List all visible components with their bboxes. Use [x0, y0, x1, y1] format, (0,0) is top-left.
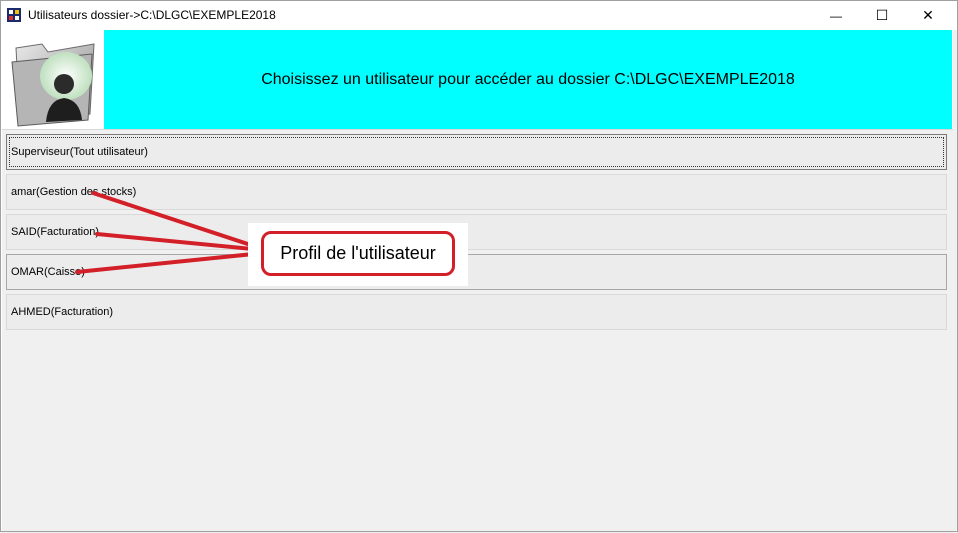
- window-right-edge: [953, 30, 957, 530]
- users-dialog-window: Utilisateurs dossier->C:\DLGC\EXEMPLE201…: [0, 0, 958, 532]
- user-button-omar[interactable]: OMAR(Caisse): [6, 254, 947, 290]
- annotation-callout: Profil de l'utilisateur: [248, 223, 468, 286]
- minimize-button[interactable]: —: [813, 1, 859, 30]
- user-button-said[interactable]: SAID(Facturation): [6, 214, 947, 250]
- app-icon: [7, 8, 21, 22]
- minimize-icon: —: [830, 8, 842, 23]
- banner-message: Choisissez un utilisateur pour accéder a…: [261, 70, 795, 88]
- user-button-superviseur[interactable]: Superviseur(Tout utilisateur): [6, 134, 947, 170]
- title-bar[interactable]: Utilisateurs dossier->C:\DLGC\EXEMPLE201…: [1, 1, 957, 30]
- close-button[interactable]: ✕: [905, 1, 951, 30]
- window-title: Utilisateurs dossier->C:\DLGC\EXEMPLE201…: [28, 8, 276, 22]
- header-banner: Choisissez un utilisateur pour accéder a…: [2, 30, 952, 129]
- annotation-label: Profil de l'utilisateur: [261, 231, 455, 276]
- maximize-button[interactable]: ☐: [859, 1, 905, 30]
- user-button-amar[interactable]: amar(Gestion des stocks): [6, 174, 947, 210]
- close-icon: ✕: [922, 7, 934, 23]
- maximize-icon: ☐: [875, 7, 889, 23]
- user-button-ahmed[interactable]: AHMED(Facturation): [6, 294, 947, 330]
- banner-logo: [2, 30, 104, 129]
- user-folder-icon: [11, 43, 95, 127]
